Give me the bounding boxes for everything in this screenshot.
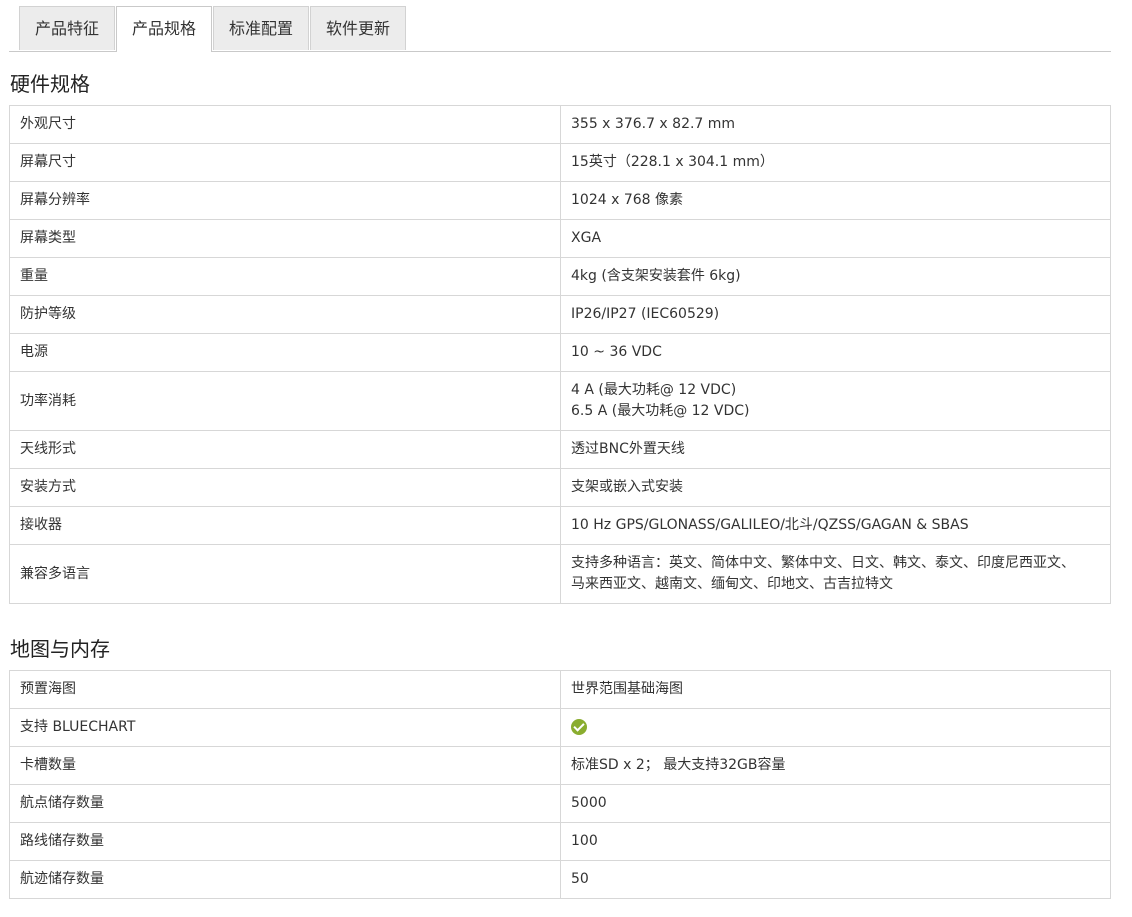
spec-key: 屏幕类型 <box>9 219 561 258</box>
spec-value-line: 4 A (最大功耗@ 12 VDC) <box>571 382 737 398</box>
tab-features[interactable]: 产品特征 <box>19 6 115 50</box>
maps-memory-table: 预置海图 世界范围基础海图 支持 BLUECHART 卡槽数量 标准SD x 2… <box>9 670 1111 899</box>
spec-key: 外观尺寸 <box>9 105 561 144</box>
table-row: 屏幕分辨率 1024 x 768 像素 <box>9 181 1111 220</box>
table-row: 电源 10 ~ 36 VDC <box>9 333 1111 372</box>
spec-key: 屏幕分辨率 <box>9 181 561 220</box>
spec-value: XGA <box>560 219 1111 258</box>
spec-value: 标准SD x 2； 最大支持32GB容量 <box>560 746 1111 785</box>
spec-value: 1024 x 768 像素 <box>560 181 1111 220</box>
spec-value-line: 6.5 A (最大功耗@ 12 VDC) <box>571 403 750 419</box>
spec-key: 安装方式 <box>9 468 561 507</box>
spec-value: 世界范围基础海图 <box>560 670 1111 709</box>
table-row: 防护等级 IP26/IP27 (IEC60529) <box>9 295 1111 334</box>
table-row: 支持 BLUECHART <box>9 708 1111 747</box>
spec-value: 5000 <box>560 784 1111 823</box>
table-row: 路线储存数量 100 <box>9 822 1111 861</box>
tab-bar: 产品特征 产品规格 标准配置 软件更新 <box>9 0 1111 52</box>
spec-value: 10 Hz GPS/GLONASS/GALILEO/北斗/QZSS/GAGAN … <box>560 506 1111 545</box>
table-row: 航迹储存数量 50 <box>9 860 1111 899</box>
table-row: 安装方式 支架或嵌入式安装 <box>9 468 1111 507</box>
table-row: 接收器 10 Hz GPS/GLONASS/GALILEO/北斗/QZSS/GA… <box>9 506 1111 545</box>
spec-key: 路线储存数量 <box>9 822 561 861</box>
spec-value: 4kg (含支架安装套件 6kg) <box>560 257 1111 296</box>
spec-key: 卡槽数量 <box>9 746 561 785</box>
spec-key: 防护等级 <box>9 295 561 334</box>
table-row: 屏幕尺寸 15英寸（228.1 x 304.1 mm） <box>9 143 1111 182</box>
table-row: 航点储存数量 5000 <box>9 784 1111 823</box>
table-row: 卡槽数量 标准SD x 2； 最大支持32GB容量 <box>9 746 1111 785</box>
table-row: 重量 4kg (含支架安装套件 6kg) <box>9 257 1111 296</box>
spec-value-line: 马来西亚文、越南文、缅甸文、印地文、古吉拉特文 <box>571 576 893 592</box>
spec-value: 支架或嵌入式安装 <box>560 468 1111 507</box>
spec-value: IP26/IP27 (IEC60529) <box>560 295 1111 334</box>
tab-standard-config[interactable]: 标准配置 <box>213 6 309 50</box>
spec-key: 天线形式 <box>9 430 561 469</box>
spec-key: 重量 <box>9 257 561 296</box>
spec-key: 电源 <box>9 333 561 372</box>
spec-value: 4 A (最大功耗@ 12 VDC) 6.5 A (最大功耗@ 12 VDC) <box>560 371 1111 431</box>
spec-value: 100 <box>560 822 1111 861</box>
spec-value-line: 支持多种语言：英文、简体中文、繁体中文、日文、韩文、泰文、印度尼西亚文、 <box>571 555 1075 571</box>
spec-key: 航点储存数量 <box>9 784 561 823</box>
spec-key: 航迹储存数量 <box>9 860 561 899</box>
spec-key: 支持 BLUECHART <box>9 708 561 747</box>
tab-software-update[interactable]: 软件更新 <box>310 6 406 50</box>
spec-value <box>560 708 1111 747</box>
table-row: 兼容多语言 支持多种语言：英文、简体中文、繁体中文、日文、韩文、泰文、印度尼西亚… <box>9 544 1111 604</box>
spec-value: 50 <box>560 860 1111 899</box>
spec-value: 支持多种语言：英文、简体中文、繁体中文、日文、韩文、泰文、印度尼西亚文、 马来西… <box>560 544 1111 604</box>
table-row: 屏幕类型 XGA <box>9 219 1111 258</box>
table-row: 天线形式 透过BNC外置天线 <box>9 430 1111 469</box>
table-row: 预置海图 世界范围基础海图 <box>9 670 1111 709</box>
hardware-spec-table: 外观尺寸 355 x 376.7 x 82.7 mm 屏幕尺寸 15英寸（228… <box>9 105 1111 604</box>
spec-key: 预置海图 <box>9 670 561 709</box>
spec-value: 透过BNC外置天线 <box>560 430 1111 469</box>
spec-value: 15英寸（228.1 x 304.1 mm） <box>560 143 1111 182</box>
maps-memory-title: 地图与内存 <box>10 637 110 661</box>
spec-key: 屏幕尺寸 <box>9 143 561 182</box>
tab-specs[interactable]: 产品规格 <box>116 6 212 52</box>
hardware-spec-title: 硬件规格 <box>10 72 90 96</box>
table-row: 外观尺寸 355 x 376.7 x 82.7 mm <box>9 105 1111 144</box>
spec-key: 兼容多语言 <box>9 544 561 604</box>
check-circle-icon <box>571 719 587 735</box>
spec-value: 355 x 376.7 x 82.7 mm <box>560 105 1111 144</box>
table-row: 功率消耗 4 A (最大功耗@ 12 VDC) 6.5 A (最大功耗@ 12 … <box>9 371 1111 431</box>
spec-value: 10 ~ 36 VDC <box>560 333 1111 372</box>
spec-key: 接收器 <box>9 506 561 545</box>
spec-key: 功率消耗 <box>9 371 561 431</box>
